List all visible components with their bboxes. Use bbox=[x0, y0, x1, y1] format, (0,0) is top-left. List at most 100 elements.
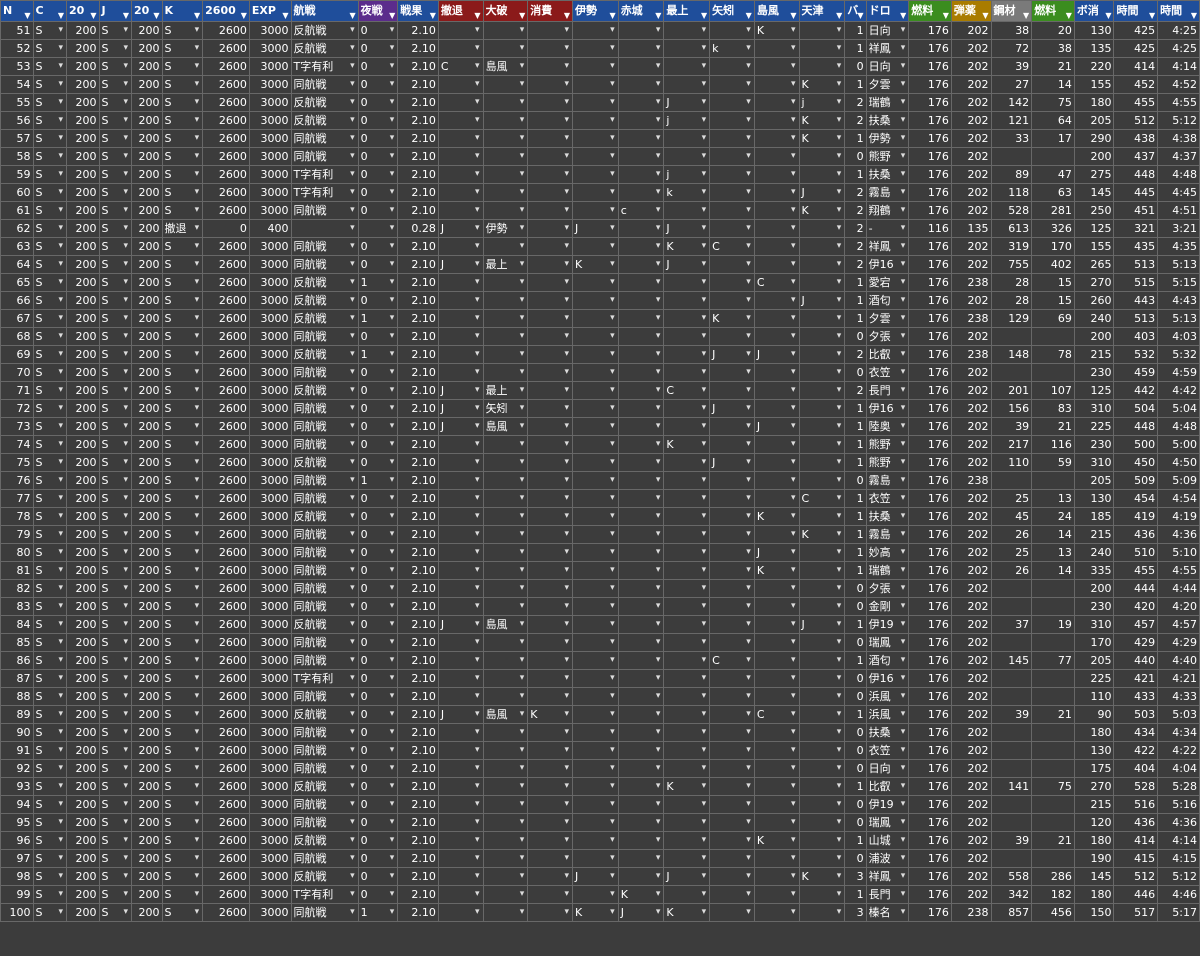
table-cell[interactable]: 200 bbox=[66, 93, 100, 112]
table-cell[interactable]: 200 bbox=[66, 273, 100, 292]
table-cell[interactable]: 176 bbox=[908, 489, 952, 508]
table-cell[interactable]: 451 bbox=[1113, 201, 1159, 220]
table-cell[interactable]: 83 bbox=[0, 597, 34, 616]
table-cell[interactable]: 176 bbox=[908, 381, 952, 400]
dropdown-cell[interactable] bbox=[437, 831, 484, 850]
dropdown-cell[interactable]: 長門 bbox=[865, 381, 910, 400]
table-cell[interactable]: 200 bbox=[131, 885, 163, 904]
dropdown-cell[interactable] bbox=[663, 597, 711, 616]
dropdown-cell[interactable] bbox=[663, 327, 711, 346]
table-cell[interactable]: 3000 bbox=[248, 183, 292, 202]
table-cell[interactable]: 200 bbox=[66, 183, 100, 202]
dropdown-cell[interactable] bbox=[798, 795, 846, 814]
table-cell[interactable]: 202 bbox=[950, 291, 992, 310]
dropdown-cell[interactable] bbox=[527, 615, 573, 634]
dropdown-cell[interactable] bbox=[437, 579, 484, 598]
dropdown-cell[interactable] bbox=[437, 885, 484, 904]
filter-icon[interactable]: ▼ bbox=[655, 6, 661, 21]
dropdown-cell[interactable] bbox=[798, 561, 846, 580]
table-cell[interactable]: 90 bbox=[0, 723, 34, 742]
table-cell[interactable]: 176 bbox=[908, 327, 952, 346]
dropdown-cell[interactable] bbox=[437, 75, 484, 94]
table-cell[interactable]: 200 bbox=[1073, 327, 1115, 346]
table-cell[interactable]: 202 bbox=[950, 165, 992, 184]
table-cell[interactable]: 2600 bbox=[202, 417, 250, 436]
table-cell[interactable]: 141 bbox=[990, 777, 1033, 796]
dropdown-cell[interactable]: S bbox=[161, 237, 204, 256]
dropdown-cell[interactable] bbox=[663, 417, 711, 436]
dropdown-cell[interactable]: 1 bbox=[357, 273, 399, 292]
table-cell[interactable]: 2600 bbox=[202, 759, 250, 778]
dropdown-cell[interactable] bbox=[357, 219, 399, 238]
dropdown-cell[interactable] bbox=[527, 813, 573, 832]
table-cell[interactable]: 176 bbox=[908, 507, 952, 526]
table-cell[interactable]: 39 bbox=[990, 57, 1033, 76]
dropdown-cell[interactable]: 夕張 bbox=[865, 327, 910, 346]
table-cell[interactable]: 202 bbox=[950, 381, 992, 400]
table-cell[interactable]: 2600 bbox=[202, 255, 250, 274]
dropdown-cell[interactable] bbox=[437, 543, 484, 562]
table-cell[interactable]: 3000 bbox=[248, 813, 292, 832]
dropdown-cell[interactable]: K bbox=[663, 237, 711, 256]
dropdown-cell[interactable]: 反航戦 bbox=[290, 453, 359, 472]
table-cell[interactable]: 2600 bbox=[202, 453, 250, 472]
table-cell[interactable]: 110 bbox=[1073, 687, 1115, 706]
table-cell[interactable]: 281 bbox=[1031, 201, 1075, 220]
dropdown-cell[interactable] bbox=[617, 669, 665, 688]
dropdown-cell[interactable]: S bbox=[32, 669, 68, 688]
table-cell[interactable]: 202 bbox=[950, 741, 992, 760]
dropdown-cell[interactable] bbox=[527, 255, 573, 274]
table-cell[interactable]: 202 bbox=[950, 399, 992, 418]
dropdown-cell[interactable]: S bbox=[32, 543, 68, 562]
dropdown-cell[interactable]: 1 bbox=[357, 903, 399, 922]
table-cell[interactable]: 185 bbox=[1073, 507, 1115, 526]
table-cell[interactable]: 200 bbox=[131, 903, 163, 922]
dropdown-cell[interactable] bbox=[571, 183, 619, 202]
dropdown-cell[interactable] bbox=[527, 885, 573, 904]
dropdown-cell[interactable]: S bbox=[161, 399, 204, 418]
dropdown-cell[interactable]: J bbox=[437, 705, 484, 724]
table-cell[interactable]: 200 bbox=[131, 723, 163, 742]
dropdown-cell[interactable] bbox=[709, 597, 755, 616]
dropdown-cell[interactable]: 0 bbox=[357, 705, 399, 724]
table-cell[interactable]: 200 bbox=[66, 867, 100, 886]
table-cell[interactable]: 170 bbox=[1073, 633, 1115, 652]
table-cell[interactable]: 2.10 bbox=[397, 129, 439, 148]
dropdown-cell[interactable]: S bbox=[32, 561, 68, 580]
dropdown-cell[interactable] bbox=[482, 903, 529, 922]
table-cell[interactable]: 3000 bbox=[248, 399, 292, 418]
column-header[interactable]: 20 ▼ bbox=[66, 0, 100, 22]
dropdown-cell[interactable] bbox=[753, 129, 800, 148]
table-cell[interactable]: 99 bbox=[0, 885, 34, 904]
table-cell[interactable]: 13 bbox=[1031, 543, 1075, 562]
table-cell[interactable]: 512 bbox=[1113, 867, 1159, 886]
table-cell[interactable]: 1 bbox=[844, 435, 867, 454]
table-cell[interactable]: 5:16 bbox=[1157, 795, 1200, 814]
dropdown-cell[interactable] bbox=[663, 525, 711, 544]
column-header[interactable]: 矢矧 ▼ bbox=[709, 0, 755, 22]
dropdown-cell[interactable]: S bbox=[32, 327, 68, 346]
table-cell[interactable]: 65 bbox=[0, 273, 34, 292]
dropdown-cell[interactable]: 反航戦 bbox=[290, 705, 359, 724]
dropdown-cell[interactable]: S bbox=[161, 741, 204, 760]
table-cell[interactable]: 3000 bbox=[248, 507, 292, 526]
table-cell[interactable]: 100 bbox=[0, 903, 34, 922]
dropdown-cell[interactable]: 0 bbox=[357, 831, 399, 850]
dropdown-cell[interactable]: S bbox=[32, 795, 68, 814]
dropdown-cell[interactable]: S bbox=[161, 111, 204, 130]
dropdown-cell[interactable] bbox=[798, 453, 846, 472]
dropdown-cell[interactable]: S bbox=[32, 93, 68, 112]
dropdown-cell[interactable]: 祥鳳 bbox=[865, 237, 910, 256]
dropdown-cell[interactable] bbox=[437, 507, 484, 526]
dropdown-cell[interactable]: S bbox=[32, 165, 68, 184]
table-cell[interactable]: 4:42 bbox=[1157, 381, 1200, 400]
table-cell[interactable]: 14 bbox=[1031, 561, 1075, 580]
dropdown-cell[interactable]: 同航戦 bbox=[290, 237, 359, 256]
dropdown-cell[interactable] bbox=[482, 345, 529, 364]
dropdown-cell[interactable]: 同航戦 bbox=[290, 903, 359, 922]
dropdown-cell[interactable]: K bbox=[753, 507, 800, 526]
column-header[interactable]: N ▼ bbox=[0, 0, 34, 22]
dropdown-cell[interactable]: S bbox=[161, 597, 204, 616]
table-cell[interactable]: 202 bbox=[950, 327, 992, 346]
table-cell[interactable]: 63 bbox=[0, 237, 34, 256]
